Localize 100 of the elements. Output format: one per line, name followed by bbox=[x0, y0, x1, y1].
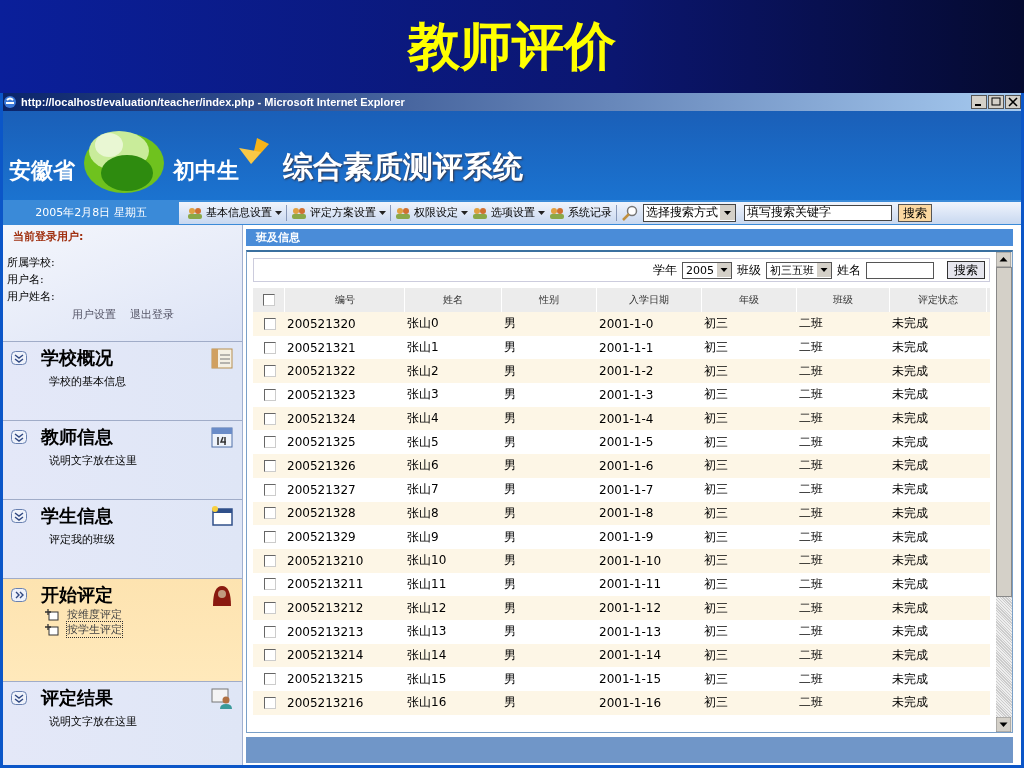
table-cell-text: 2001-1-0 bbox=[598, 315, 655, 333]
table-cell-text: 二班 bbox=[798, 386, 824, 404]
table-cell-text: 男 bbox=[503, 504, 517, 522]
table-cell-text: 二班 bbox=[798, 410, 824, 428]
scroll-down-icon[interactable] bbox=[996, 717, 1011, 732]
user-field-label: 用户名: bbox=[7, 272, 45, 288]
section-link[interactable]: 按学生评定 bbox=[67, 622, 122, 637]
menu-item[interactable]: 权限设定 bbox=[395, 205, 468, 220]
row-checkbox[interactable] bbox=[264, 696, 276, 709]
table-cell-text: 男 bbox=[503, 339, 517, 357]
table-cell-text: 未完成 bbox=[891, 410, 929, 428]
table-cell-text: 张山1 bbox=[406, 339, 440, 357]
row-checkbox[interactable] bbox=[264, 459, 276, 472]
table-cell-text: 2005213216 bbox=[286, 694, 365, 712]
user-link[interactable]: 退出登录 bbox=[129, 307, 174, 322]
table-cell-text: 未完成 bbox=[891, 481, 929, 499]
search-icon[interactable] bbox=[621, 204, 639, 221]
row-checkbox[interactable] bbox=[264, 625, 276, 638]
nav-section[interactable]: 学校概况 学校的基本信息 bbox=[3, 342, 242, 421]
section-description: 学校的基本信息 bbox=[49, 374, 127, 389]
user-link[interactable]: 用户设置 bbox=[71, 307, 116, 322]
row-checkbox[interactable] bbox=[264, 388, 276, 401]
row-checkbox[interactable] bbox=[264, 673, 276, 686]
scroll-up-icon[interactable] bbox=[996, 252, 1011, 267]
expand-toggle-icon[interactable] bbox=[11, 588, 27, 602]
table-cell-text: 男 bbox=[503, 552, 517, 570]
table-cell-text: 初三 bbox=[703, 481, 729, 499]
row-checkbox[interactable] bbox=[264, 531, 276, 544]
table-cell-text: 200521320 bbox=[286, 315, 357, 333]
row-checkbox[interactable] bbox=[264, 412, 276, 425]
row-checkbox[interactable] bbox=[264, 365, 276, 378]
table-cell-text: 男 bbox=[503, 670, 517, 688]
search-mode-dropdown[interactable]: 选择搜索方式 bbox=[643, 203, 736, 222]
year-dropdown[interactable]: 2005 bbox=[682, 261, 732, 279]
row-checkbox[interactable] bbox=[264, 649, 276, 662]
table-cell-text: 2001-1-7 bbox=[598, 481, 655, 499]
row-checkbox[interactable] bbox=[264, 436, 276, 449]
date-text: 2005年2月8日 星期五 bbox=[34, 205, 148, 220]
table-cell-text: 二班 bbox=[798, 623, 824, 641]
maximize-icon[interactable] bbox=[988, 95, 1004, 109]
table-cell-text: 男 bbox=[503, 599, 517, 617]
table-cell-text: 2005213211 bbox=[286, 576, 365, 594]
row-checkbox[interactable] bbox=[264, 341, 276, 354]
table-cell-text: 二班 bbox=[798, 694, 824, 712]
class-dropdown[interactable]: 初三五班 bbox=[766, 261, 832, 279]
minimize-icon[interactable] bbox=[971, 95, 987, 109]
table-cell-text: 男 bbox=[503, 457, 517, 475]
row-checkbox[interactable] bbox=[264, 507, 276, 520]
row-checkbox[interactable] bbox=[264, 483, 276, 496]
row-checkbox[interactable] bbox=[264, 317, 276, 330]
scrollbar[interactable] bbox=[996, 252, 1012, 732]
expand-toggle-icon[interactable] bbox=[11, 430, 27, 444]
window-icon bbox=[210, 504, 234, 528]
table-cell-text: 初三 bbox=[703, 670, 729, 688]
table-cell-text: 二班 bbox=[798, 457, 824, 475]
table-cell-text: 男 bbox=[503, 528, 517, 546]
row-checkbox[interactable] bbox=[264, 602, 276, 615]
table-cell-text: 未完成 bbox=[891, 386, 929, 404]
users-icon bbox=[187, 206, 203, 219]
menu-item[interactable]: 评定方案设置 bbox=[291, 205, 386, 220]
select-all-checkbox[interactable] bbox=[262, 294, 275, 306]
table-cell-text: 初三 bbox=[703, 410, 729, 428]
nav-section[interactable]: 开始评定 按维度评定 按学生评定 bbox=[3, 579, 242, 682]
caret-icon bbox=[275, 210, 282, 215]
menu-item[interactable]: 基本信息设置 bbox=[187, 205, 282, 220]
menu-item[interactable]: 选项设置 bbox=[472, 205, 545, 220]
table-cell-text: 二班 bbox=[798, 670, 824, 688]
row-checkbox[interactable] bbox=[264, 578, 276, 591]
user-field-label: 所属学校: bbox=[7, 255, 56, 271]
table-cell-text: 初三 bbox=[703, 504, 729, 522]
table-cell-text: 2001-1-4 bbox=[598, 410, 655, 428]
table-cell-text: 张山2 bbox=[406, 362, 440, 380]
nav-section[interactable]: 教师信息 说明文字放在这里 bbox=[3, 421, 242, 500]
table-cell-text: 男 bbox=[503, 694, 517, 712]
search-button[interactable]: 搜索 bbox=[898, 203, 932, 222]
table-cell-text: 初三 bbox=[703, 552, 729, 570]
table-cell-text: 2001-1-3 bbox=[598, 386, 655, 404]
class-label: 班级 bbox=[737, 261, 761, 279]
name-field[interactable] bbox=[866, 261, 934, 279]
table-cell-text: 张山7 bbox=[406, 481, 440, 499]
menu-item[interactable]: 系统记录 bbox=[549, 205, 612, 220]
search-button[interactable]: 搜索 bbox=[947, 261, 985, 279]
users-icon bbox=[291, 206, 307, 219]
keyword-field[interactable]: 填写搜索关键字 bbox=[744, 204, 892, 221]
row-checkbox[interactable] bbox=[264, 554, 276, 567]
nav-section[interactable]: 评定结果 说明文字放在这里 bbox=[3, 682, 242, 765]
close-icon[interactable] bbox=[1005, 95, 1021, 109]
expand-toggle-icon[interactable] bbox=[11, 691, 27, 705]
section-link[interactable]: 按维度评定 bbox=[67, 607, 122, 622]
section-title: 学校概况 bbox=[41, 346, 114, 370]
expand-toggle-icon[interactable] bbox=[11, 351, 27, 365]
expand-toggle-icon[interactable] bbox=[11, 509, 27, 523]
table-cell-text: 初三 bbox=[703, 457, 729, 475]
table-cell-text: 男 bbox=[503, 410, 517, 428]
table-cell-text: 张山14 bbox=[406, 646, 448, 664]
table-cell-text: 二班 bbox=[798, 339, 824, 357]
table-cell-text: 二班 bbox=[798, 504, 824, 522]
level-text: 初中生 bbox=[173, 156, 239, 185]
nav-section[interactable]: 学生信息 评定我的班级 bbox=[3, 500, 242, 579]
table-cell-text: 2001-1-15 bbox=[598, 671, 663, 689]
